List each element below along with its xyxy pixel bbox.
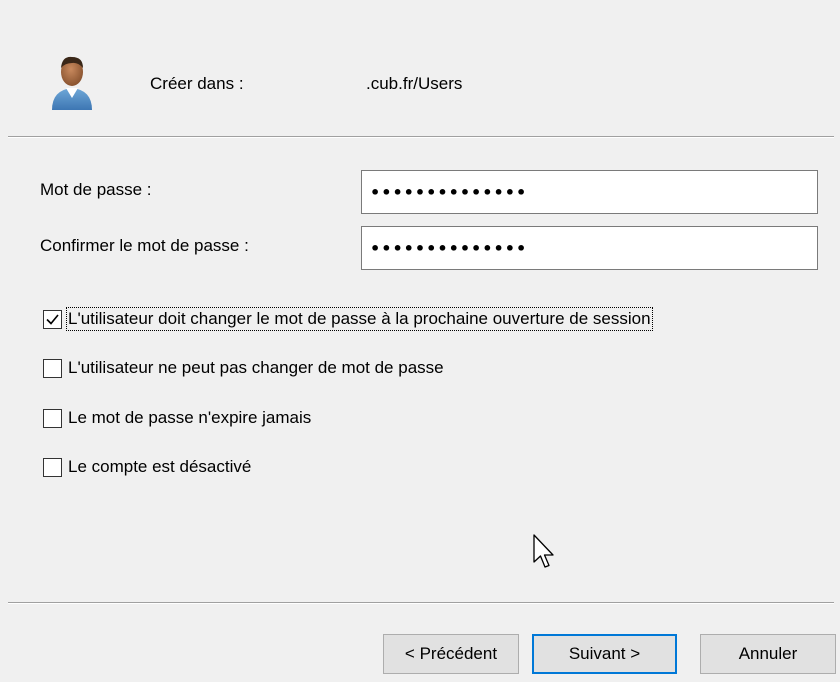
option-label[interactable]: L'utilisateur doit changer le mot de pas… — [66, 307, 653, 331]
checkbox-password-never-expires[interactable] — [43, 408, 62, 428]
password-label: Mot de passe : — [40, 180, 152, 200]
option-password-never-expires[interactable]: Le mot de passe n'expire jamais — [43, 406, 311, 430]
user-icon — [48, 52, 96, 112]
option-must-change-password[interactable]: L'utilisateur doit changer le mot de pas… — [43, 307, 653, 331]
confirm-password-label-text: Confirmer le mot de passe : — [40, 236, 249, 255]
password-label-text: Mot de passe : — [40, 180, 152, 199]
checkbox-account-disabled[interactable] — [43, 457, 62, 477]
checkmark-icon — [46, 313, 59, 325]
confirm-password-label: Confirmer le mot de passe : — [40, 236, 249, 256]
footer-separator — [8, 602, 834, 604]
cancel-button[interactable]: Annuler — [700, 634, 836, 674]
checkbox-cannot-change-password[interactable] — [43, 358, 62, 378]
previous-button[interactable]: < Précédent — [383, 634, 519, 674]
checkbox-must-change-password[interactable] — [43, 309, 62, 329]
option-label[interactable]: Le compte est désactivé — [68, 457, 251, 477]
option-account-disabled[interactable]: Le compte est désactivé — [43, 455, 251, 479]
option-label[interactable]: L'utilisateur ne peut pas changer de mot… — [68, 358, 444, 378]
confirm-password-field[interactable] — [361, 226, 818, 270]
header-separator — [8, 136, 834, 138]
create-in-label: Créer dans : — [150, 74, 244, 93]
option-label[interactable]: Le mot de passe n'expire jamais — [68, 408, 311, 428]
create-in-path: .cub.fr/Users — [366, 74, 463, 93]
mouse-cursor-icon — [533, 534, 555, 575]
next-button[interactable]: Suivant > — [532, 634, 677, 674]
option-cannot-change-password[interactable]: L'utilisateur ne peut pas changer de mot… — [43, 356, 444, 380]
password-field[interactable] — [361, 170, 818, 214]
